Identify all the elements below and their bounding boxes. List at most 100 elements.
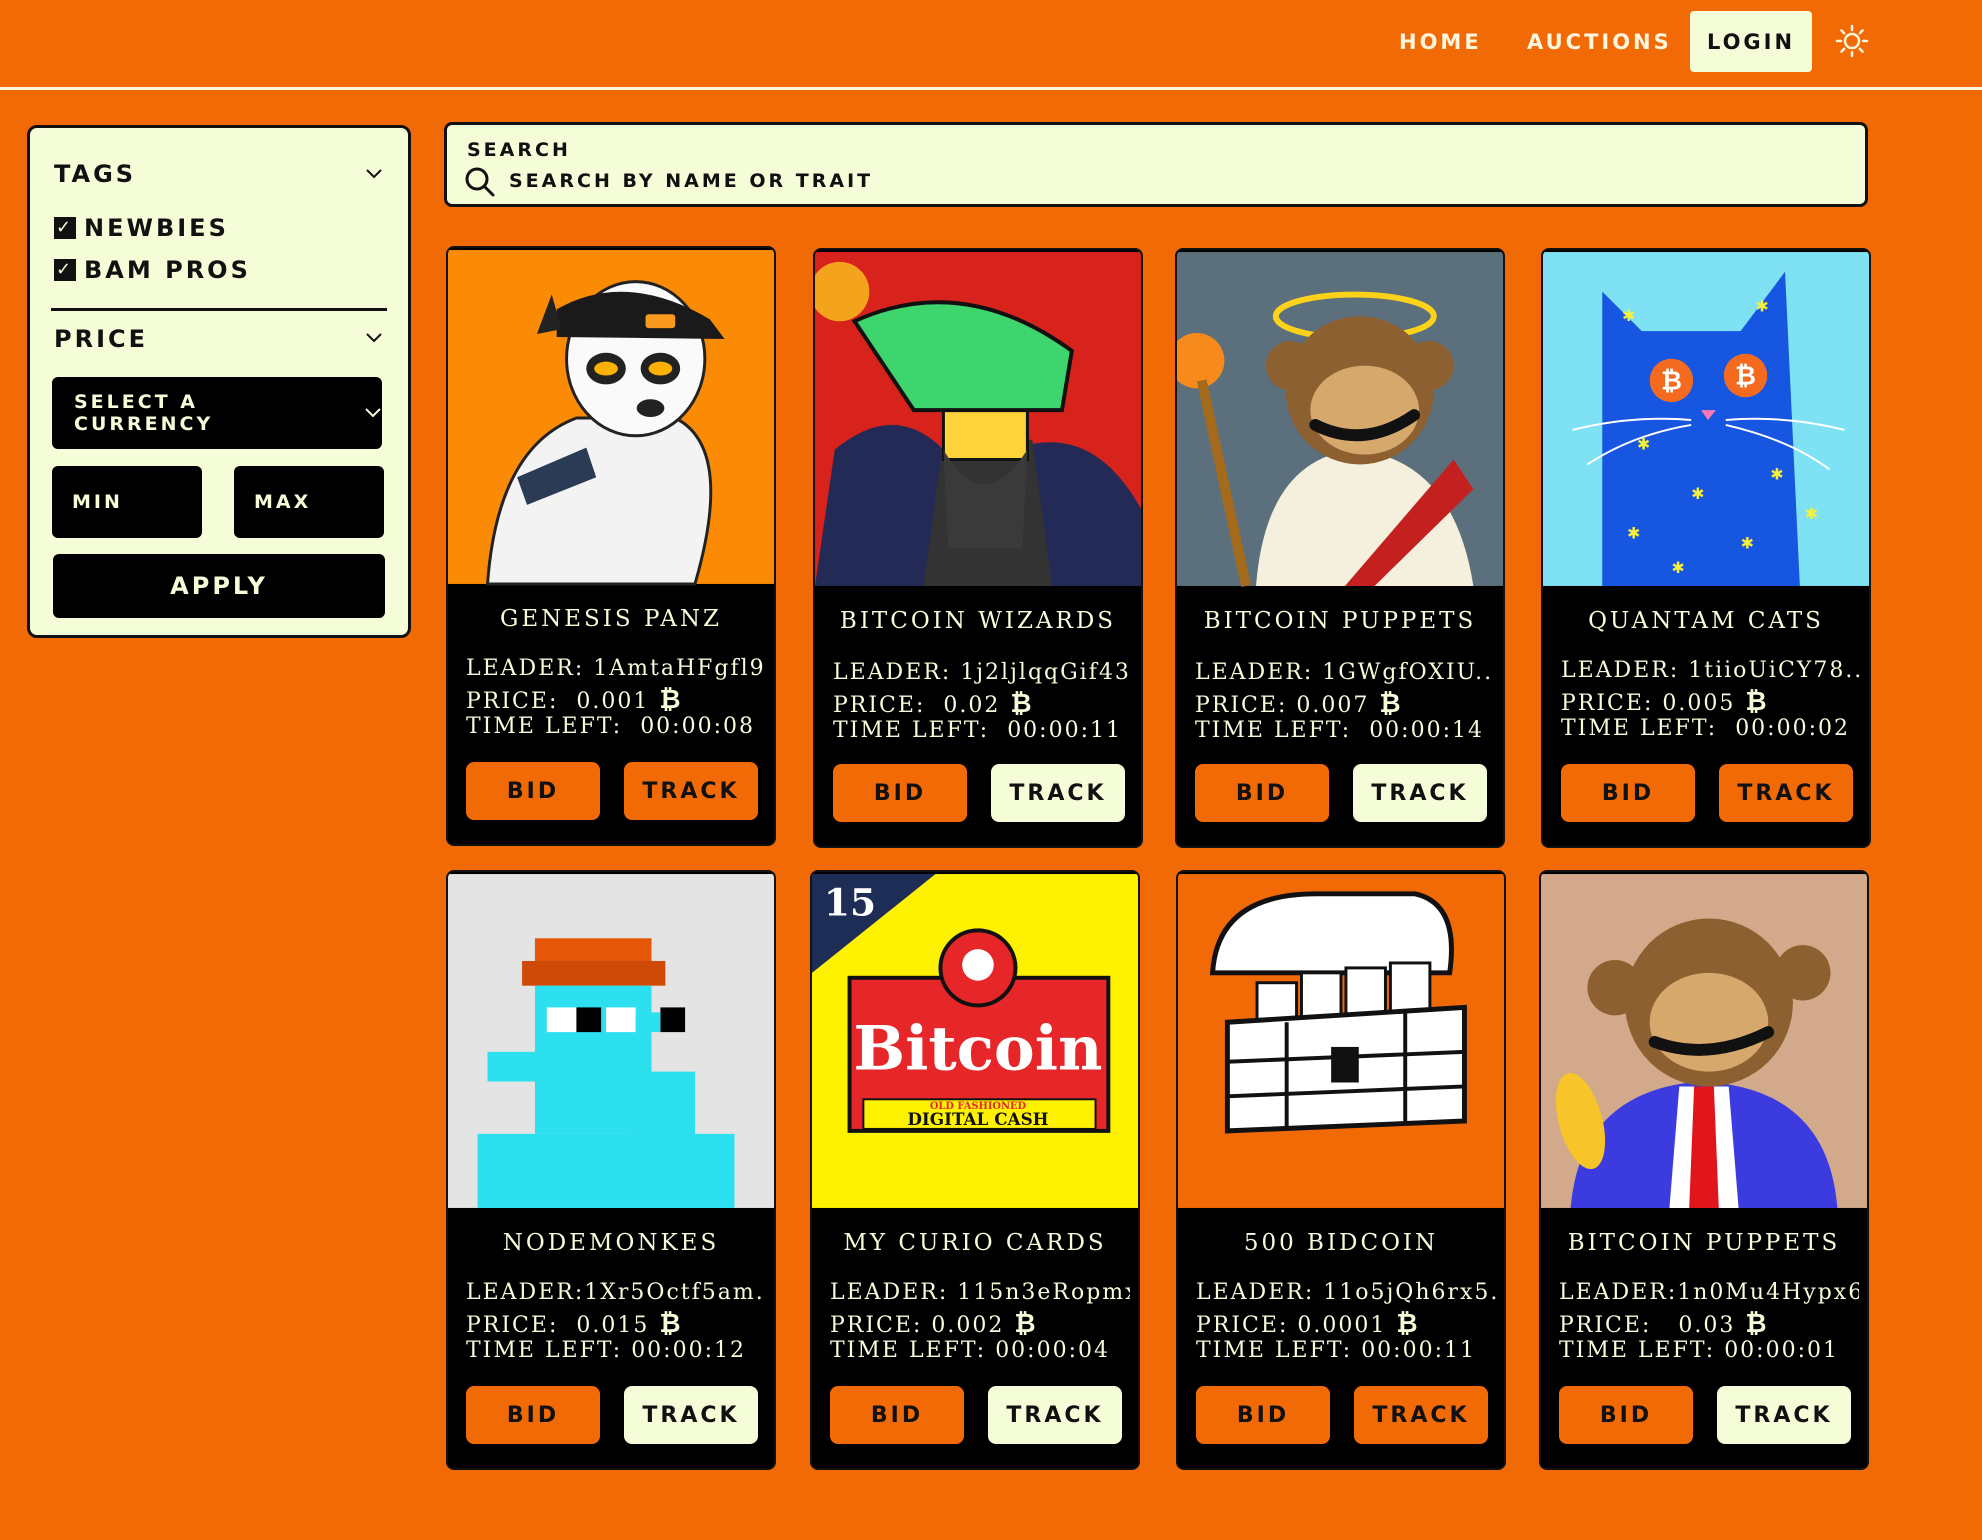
tags-heading[interactable]: TAGS	[54, 160, 136, 188]
track-button[interactable]: TRACK	[1719, 764, 1853, 822]
nav-auctions-link[interactable]: AUCTIONS	[1527, 30, 1672, 54]
leader-line: LEADER: 1GWgfOXIU..	[1195, 660, 1494, 685]
chevron-down-icon[interactable]	[365, 168, 383, 180]
time-left-value: 00:00:01	[1724, 1338, 1839, 1363]
svg-text:Bitcoin: Bitcoin	[853, 1013, 1102, 1085]
bitcoin-icon: ₿	[1745, 687, 1769, 717]
price-heading[interactable]: PRICE	[54, 325, 148, 353]
divider	[51, 308, 387, 311]
leader-address: 1Xr5Octf5am..	[584, 1280, 766, 1305]
login-button[interactable]: LOGIN	[1690, 11, 1812, 72]
leader-address: 1n0Mu4Hypx6..	[1677, 1280, 1859, 1305]
bid-button[interactable]: BID	[830, 1386, 964, 1444]
currency-select[interactable]: SELECT A CURRENCY	[52, 377, 382, 449]
time-left-value: 00:00:11	[1007, 718, 1122, 743]
sun-icon[interactable]	[1835, 24, 1869, 58]
card-info: NODEMONKES LEADER:1Xr5Octf5am.. PRICE: 0…	[448, 1210, 774, 1468]
card-title: 500 BIDCOIN	[1243, 1230, 1439, 1256]
time-left-line: TIME LEFT: 00:00:02	[1561, 716, 1850, 741]
track-button[interactable]: TRACK	[988, 1386, 1122, 1444]
bid-button[interactable]: BID	[466, 762, 600, 820]
bid-button[interactable]: BID	[1561, 764, 1695, 822]
nft-image-treasure-chest[interactable]	[1178, 872, 1504, 1210]
min-price-input[interactable]: MIN	[52, 466, 202, 538]
price-value: 0.001	[576, 689, 650, 714]
bid-button[interactable]: BID	[833, 764, 967, 822]
card-info: MY CURIO CARDS LEADER: 115n3eRopmx.. PRI…	[812, 1210, 1138, 1468]
price-value: 0.02	[943, 693, 1001, 718]
card-title: NODEMONKES	[502, 1230, 720, 1256]
auction-card: BITCOIN WIZARDS LEADER: 1j2ljlqqGif43.. …	[813, 248, 1143, 848]
price-value: 0.015	[576, 1313, 650, 1338]
tag-newbies-checkbox[interactable]: ✓ NEWBIES	[54, 214, 229, 242]
time-left-line: TIME LEFT: 00:00:04	[830, 1338, 1110, 1363]
bid-button[interactable]: BID	[1196, 1386, 1330, 1444]
track-button[interactable]: TRACK	[624, 1386, 758, 1444]
bitcoin-icon: ₿	[1010, 689, 1034, 719]
svg-text:✱: ✱	[1770, 464, 1783, 483]
currency-select-label: SELECT A CURRENCY	[74, 391, 214, 435]
track-button[interactable]: TRACK	[1354, 1386, 1488, 1444]
auction-card: 15 Bitcoin OLD FASHIONED DIGITAL CASH MY…	[810, 870, 1140, 1470]
nft-image-puppet-suit[interactable]	[1541, 872, 1867, 1210]
svg-text:DIGITAL CASH: DIGITAL CASH	[907, 1109, 1048, 1129]
leader-address: 1AmtaHFgfl9..	[593, 656, 766, 681]
card-title: GENESIS PANZ	[499, 606, 723, 632]
card-title: MY CURIO CARDS	[843, 1230, 1107, 1256]
checkmark-icon[interactable]: ✓	[54, 217, 76, 239]
nft-image-pixel-monkey[interactable]	[448, 872, 774, 1210]
chevron-down-icon[interactable]	[365, 332, 383, 344]
track-button[interactable]: TRACK	[991, 764, 1125, 822]
time-left-line: TIME LEFT: 00:00:14	[1195, 718, 1484, 743]
track-button[interactable]: TRACK	[1353, 764, 1487, 822]
time-left-value: 00:00:08	[640, 714, 755, 739]
track-button[interactable]: TRACK	[624, 762, 758, 820]
card-info: GENESIS PANZ LEADER: 1AmtaHFgfl9.. PRICE…	[448, 586, 774, 844]
max-price-input[interactable]: MAX	[234, 466, 384, 538]
card-info: QUANTAM CATS LEADER: 1tiioUiCY78.. PRICE…	[1543, 588, 1869, 846]
svg-text:₿: ₿	[1661, 366, 1682, 396]
bid-button[interactable]: BID	[1195, 764, 1329, 822]
bid-button[interactable]: BID	[466, 1386, 600, 1444]
price-line: PRICE: 0.005 ₿	[1561, 687, 1769, 717]
track-button[interactable]: TRACK	[1717, 1386, 1851, 1444]
search-input[interactable]	[509, 167, 1409, 195]
time-left-line: TIME LEFT: 00:00:08	[466, 714, 755, 739]
time-left-value: 00:00:12	[631, 1338, 746, 1363]
card-info: BITCOIN PUPPETS LEADER:1n0Mu4Hypx6.. PRI…	[1541, 1210, 1867, 1468]
nft-image-wizard[interactable]	[815, 250, 1141, 588]
nft-image-curio-card[interactable]: 15 Bitcoin OLD FASHIONED DIGITAL CASH	[812, 872, 1138, 1210]
apply-button[interactable]: APPLY	[53, 554, 385, 618]
bid-button[interactable]: BID	[1559, 1386, 1693, 1444]
auction-card: GENESIS PANZ LEADER: 1AmtaHFgfl9.. PRICE…	[446, 246, 776, 846]
top-navigation: HOME AUCTIONS LOGIN	[0, 0, 1982, 90]
leader-line: LEADER: 1AmtaHFgfl9..	[466, 656, 766, 681]
svg-text:✱: ✱	[1671, 558, 1684, 577]
svg-text:✱: ✱	[1741, 533, 1754, 552]
svg-text:✱: ✱	[1622, 306, 1635, 325]
auction-card: 500 BIDCOIN LEADER: 11o5jQh6rx5.. PRICE:…	[1176, 870, 1506, 1470]
nft-image-puppet[interactable]	[1177, 250, 1503, 588]
nft-image-cat[interactable]: ₿ ₿ ✱ ✱ ✱ ✱ ✱ ✱ ✱ ✱ ✱	[1543, 250, 1869, 588]
checkmark-icon[interactable]: ✓	[54, 259, 76, 281]
price-value: 0.007	[1296, 693, 1370, 718]
card-title: BITCOIN WIZARDS	[839, 608, 1117, 634]
card-title: BITCOIN PUPPETS	[1203, 608, 1477, 634]
price-line: PRICE: 0.002 ₿	[830, 1309, 1038, 1339]
nft-image-panda[interactable]	[448, 248, 774, 586]
bitcoin-icon: ₿	[659, 685, 683, 715]
time-left-line: TIME LEFT: 00:00:11	[833, 718, 1122, 743]
chevron-down-icon	[365, 408, 381, 418]
svg-text:✱: ✱	[1627, 524, 1640, 543]
nav-home-link[interactable]: HOME	[1399, 30, 1482, 54]
leader-address: 11o5jQh6rx5..	[1323, 1280, 1496, 1305]
price-line: PRICE: 0.007 ₿	[1195, 689, 1403, 719]
card-title: QUANTAM CATS	[1588, 608, 1824, 634]
tag-bam-pros-checkbox[interactable]: ✓ BAM PROS	[54, 256, 251, 284]
price-line: PRICE: 0.03 ₿	[1559, 1309, 1769, 1339]
time-left-value: 00:00:14	[1369, 718, 1484, 743]
price-line: PRICE: 0.001 ₿	[466, 685, 683, 715]
price-value: 0.03	[1678, 1313, 1736, 1338]
price-line: PRICE: 0.015 ₿	[466, 1309, 683, 1339]
svg-text:✱: ✱	[1637, 435, 1650, 454]
